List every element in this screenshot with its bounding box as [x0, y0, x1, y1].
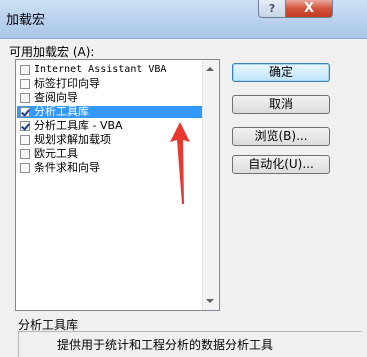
list-item[interactable]: 标签打印向导: [17, 78, 203, 90]
addin-label: 分析工具库: [34, 105, 89, 118]
description-box: 提供用于统计和工程分析的数据分析工具: [18, 331, 362, 357]
addin-checkbox[interactable]: [20, 149, 30, 159]
addin-checkbox[interactable]: [20, 65, 30, 75]
browse-button[interactable]: 浏览(B)...: [232, 127, 330, 146]
ok-button[interactable]: 确定: [232, 63, 330, 82]
addin-checkbox[interactable]: [20, 79, 30, 89]
dialog-title: 加载宏: [6, 13, 46, 28]
addin-checkbox[interactable]: [20, 163, 30, 173]
red-arrow-annotation: [170, 122, 190, 204]
addin-label: 欧元工具: [34, 147, 78, 160]
title-bar: 加载宏 ? X: [0, 0, 367, 39]
help-button[interactable]: ?: [258, 0, 286, 18]
addin-checkbox[interactable]: [20, 121, 30, 131]
description-text: 提供用于统计和工程分析的数据分析工具: [57, 338, 274, 352]
arrow-shape: [170, 122, 190, 204]
scroll-down-icon[interactable]: [206, 299, 214, 303]
automation-button[interactable]: 自动化(U)...: [232, 155, 330, 174]
addin-label: Internet Assistant VBA: [34, 64, 167, 75]
list-scrollbar[interactable]: [202, 60, 219, 310]
addin-label: 查阅向导: [34, 91, 78, 104]
add-ins-dialog: 加载宏 ? X 可用加载宏 (A): Internet Assistant VB…: [0, 0, 367, 357]
addin-checkbox[interactable]: [20, 93, 30, 103]
close-button[interactable]: X: [285, 0, 333, 18]
cancel-button[interactable]: 取消: [232, 95, 330, 114]
available-addins-label: 可用加载宏 (A):: [9, 45, 95, 59]
addin-label: 条件求和向导: [34, 161, 100, 174]
list-item[interactable]: 查阅向导: [17, 92, 203, 104]
addin-label: 分析工具库 - VBA: [34, 119, 123, 132]
addin-checkbox[interactable]: [20, 107, 30, 117]
list-item[interactable]: Internet Assistant VBA: [17, 64, 203, 76]
list-item[interactable]: 分析工具库: [17, 106, 203, 118]
addin-label: 标签打印向导: [34, 77, 100, 90]
addin-checkbox[interactable]: [20, 135, 30, 145]
addin-label: 规划求解加载项: [34, 133, 111, 146]
scroll-up-icon[interactable]: [206, 67, 214, 71]
close-icon: X: [303, 1, 315, 16]
help-icon: ?: [268, 2, 276, 15]
